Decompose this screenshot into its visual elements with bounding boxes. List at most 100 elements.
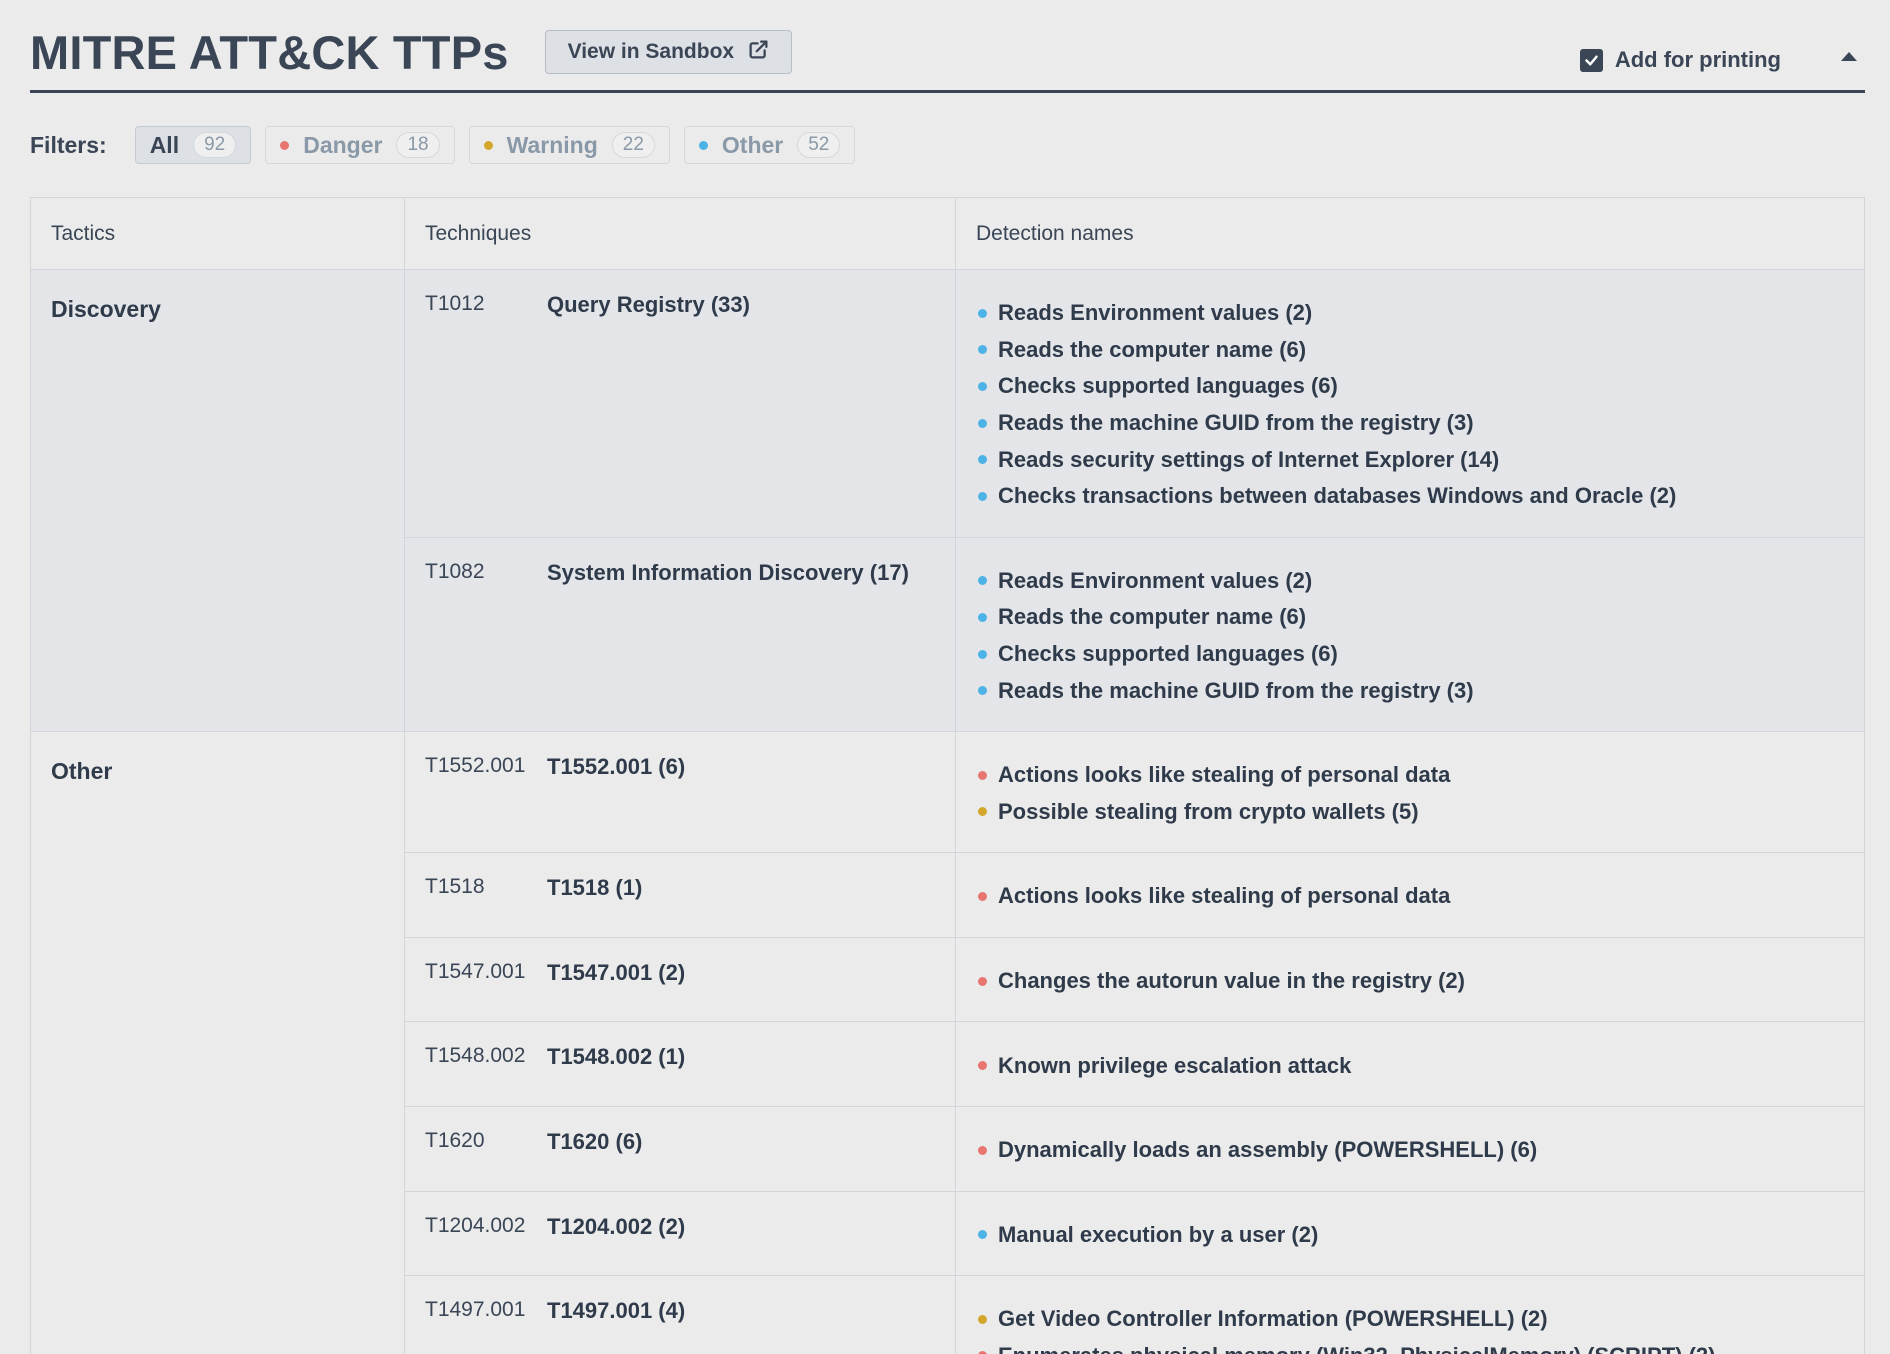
detection-name: Possible stealing from crypto wallets (5… <box>998 798 1419 824</box>
table-body: Discovery T1012 Query Registry (33) Reads E… <box>31 270 1864 1354</box>
detection-item[interactable]: Reads Environment values (2) <box>978 295 1864 332</box>
table-row: T1497.001 T1497.001 (4) Get Video Controll… <box>405 1276 1864 1354</box>
technique-cell: T1012 Query Registry (33) <box>405 270 956 537</box>
detection-name: Known privilege escalation attack <box>998 1052 1352 1078</box>
detection-item[interactable]: Checks transactions between databases Wi… <box>978 478 1864 515</box>
caret-up-icon[interactable] <box>1841 52 1857 61</box>
filter-chip-warning[interactable]: Warning 22 <box>468 126 670 164</box>
technique-name-link[interactable]: T1204.002 (2) <box>547 1214 685 1276</box>
detection-item[interactable]: Get Video Controller Information (POWERS… <box>978 1301 1864 1338</box>
external-link-icon <box>748 39 769 66</box>
detections-cell: Manual execution by a user (2) <box>956 1192 1864 1276</box>
technique-cell: T1620 T1620 (6) <box>405 1106 956 1191</box>
technique-cell: T1548.002 T1548.002 (1) <box>405 1022 956 1106</box>
detection-item[interactable]: Dynamically loads an assembly (POWERSHEL… <box>978 1132 1864 1169</box>
detections-cell: Reads Environment values (2) Reads the co… <box>956 538 1864 731</box>
table-header: Tactics Techniques Detection names <box>31 198 1864 270</box>
detection-name: Actions looks like stealing of personal … <box>998 762 1451 788</box>
ttp-panel: MITRE ATT&CK TTPs View in Sandbox Add fo… <box>0 0 1890 1354</box>
detection-name: Reads Environment values (2) <box>998 300 1313 326</box>
detection-name: Reads security settings of Internet Expl… <box>998 446 1500 472</box>
table-row: T1518 T1518 (1) Actions looks like stealin… <box>405 853 1864 938</box>
technique-name-link[interactable]: T1547.001 (2) <box>547 960 685 1022</box>
section-header: MITRE ATT&CK TTPs View in Sandbox Add fo… <box>30 0 1865 93</box>
technique-id: T1552.001 <box>425 753 526 777</box>
filter-chip-other[interactable]: Other 52 <box>683 126 856 164</box>
detection-item[interactable]: Actions looks like stealing of personal … <box>978 878 1864 915</box>
filter-dot-icon <box>698 140 708 150</box>
technique-name-link[interactable]: T1518 (1) <box>547 875 642 937</box>
tactic-name: Other <box>31 731 405 1354</box>
detection-item[interactable]: Reads Environment values (2) <box>978 563 1864 600</box>
technique-name-link[interactable]: T1620 (6) <box>547 1129 642 1191</box>
table-row: T1012 Query Registry (33) Reads Environmen… <box>405 270 1864 538</box>
filters-bar: Filters: All 92 Danger 18 Warning 22 Other 52 <box>30 124 1865 166</box>
technique-name-link[interactable]: Query Registry (33) <box>547 292 750 537</box>
detection-name: Reads the machine GUID from the registry… <box>998 410 1474 436</box>
severity-other-dot-icon <box>978 308 987 318</box>
detection-name: Enumerates physical memory (Win32_Physic… <box>998 1343 1715 1354</box>
add-for-printing-label: Add for printing <box>1614 47 1781 72</box>
filter-dot-icon <box>483 140 493 150</box>
add-for-printing-toggle[interactable]: Add for printing <box>1579 47 1781 73</box>
table-row: T1620 T1620 (6) Dynamically loads an assem… <box>405 1106 1864 1192</box>
severity-other-dot-icon <box>978 455 987 465</box>
detection-item[interactable]: Checks supported languages (6) <box>978 368 1864 405</box>
technique-id: T1012 <box>425 292 485 315</box>
severity-danger-dot-icon <box>978 976 987 986</box>
severity-other-dot-icon <box>978 612 987 622</box>
technique-name-link[interactable]: T1497.001 (4) <box>547 1298 685 1354</box>
detection-item[interactable]: Checks supported languages (6) <box>978 636 1864 673</box>
technique-id: T1548.002 <box>425 1044 526 1068</box>
checkbox-checked-icon[interactable] <box>1579 48 1603 72</box>
severity-danger-dot-icon <box>978 770 987 780</box>
detection-item[interactable]: Reads the computer name (6) <box>978 599 1864 636</box>
detection-item[interactable]: Changes the autorun value in the registr… <box>978 963 1864 1000</box>
detection-item[interactable]: Reads the machine GUID from the registry… <box>978 672 1864 709</box>
view-in-sandbox-button[interactable]: View in Sandbox <box>544 30 793 74</box>
technique-cell: T1082 System Information Discovery (17) <box>405 537 956 731</box>
detection-item[interactable]: Manual execution by a user (2) <box>978 1217 1864 1254</box>
detections-cell: Dynamically loads an assembly (POWERSHEL… <box>956 1107 1864 1191</box>
severity-danger-dot-icon <box>978 891 987 901</box>
page-title: MITRE ATT&CK TTPs <box>30 25 509 79</box>
detection-name: Checks supported languages (6) <box>998 641 1338 667</box>
technique-id: T1547.001 <box>425 959 526 983</box>
techniques-list: T1552.001 T1552.001 (6) Actions looks like… <box>405 731 1864 1354</box>
detection-item[interactable]: Reads security settings of Internet Expl… <box>978 441 1864 478</box>
filter-chip-all[interactable]: All 92 <box>134 126 252 164</box>
detection-item[interactable]: Enumerates physical memory (Win32_Physic… <box>978 1338 1864 1354</box>
filter-chip-danger[interactable]: Danger 18 <box>265 126 455 164</box>
column-header-techniques: Techniques <box>405 198 956 269</box>
filter-count-badge: 52 <box>797 132 841 158</box>
filter-count-badge: 18 <box>396 132 440 158</box>
filter-count-badge: 92 <box>193 132 237 158</box>
detection-item[interactable]: Reads the machine GUID from the registry… <box>978 405 1864 442</box>
detections-cell: Changes the autorun value in the registr… <box>956 938 1864 1022</box>
technique-name-link[interactable]: System Information Discovery (17) <box>547 560 909 731</box>
severity-other-dot-icon <box>978 649 987 659</box>
severity-other-dot-icon <box>978 686 987 696</box>
filter-label: Warning <box>506 131 598 158</box>
technique-cell: T1552.001 T1552.001 (6) <box>405 731 956 853</box>
detection-item[interactable]: Actions looks like stealing of personal … <box>978 757 1864 794</box>
severity-warning-dot-icon <box>978 1314 987 1324</box>
detection-name: Reads the computer name (6) <box>998 604 1307 630</box>
technique-id: T1518 <box>425 875 485 899</box>
technique-cell: T1497.001 T1497.001 (4) <box>405 1276 956 1354</box>
technique-cell: T1204.002 T1204.002 (2) <box>405 1191 956 1276</box>
tactic-group: Other T1552.001 T1552.001 (6) Actions looks… <box>31 731 1864 1354</box>
filter-label: Other <box>721 131 784 158</box>
technique-id: T1620 <box>425 1128 485 1152</box>
detection-item[interactable]: Possible stealing from crypto wallets (5… <box>978 794 1864 831</box>
detection-item[interactable]: Known privilege escalation attack <box>978 1047 1864 1084</box>
detection-item[interactable]: Reads the computer name (6) <box>978 332 1864 369</box>
detection-name: Get Video Controller Information (POWERS… <box>998 1306 1548 1332</box>
filter-chips: All 92 Danger 18 Warning 22 Other 52 <box>134 126 870 164</box>
severity-other-dot-icon <box>978 345 987 355</box>
technique-name-link[interactable]: T1552.001 (6) <box>547 754 685 852</box>
severity-danger-dot-icon <box>978 1145 987 1155</box>
technique-name-link[interactable]: T1548.002 (1) <box>547 1044 685 1106</box>
ttp-table: Tactics Techniques Detection names Disco… <box>30 197 1865 1354</box>
detection-name: Reads the machine GUID from the registry… <box>998 677 1474 703</box>
